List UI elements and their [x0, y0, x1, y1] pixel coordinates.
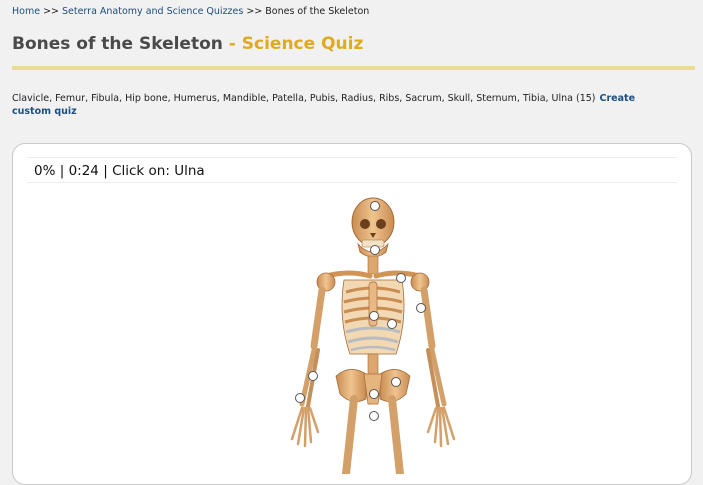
- breadcrumb-current: Bones of the Skeleton: [265, 6, 370, 17]
- breadcrumb: Home >> Seterra Anatomy and Science Quizze…: [12, 6, 369, 17]
- hotspot-skull[interactable]: [370, 201, 380, 211]
- hotspot-pubis[interactable]: [369, 411, 379, 421]
- cervical-spine: [367, 255, 379, 275]
- title-divider: [12, 66, 695, 70]
- hotspot-ulna[interactable]: [295, 393, 305, 403]
- quiz-percent: 0%: [34, 163, 56, 179]
- hand-right: [426, 406, 456, 448]
- hotspot-ribs[interactable]: [387, 319, 397, 329]
- humerus-bone: [310, 286, 326, 350]
- femur-bone-right: [388, 395, 404, 474]
- humerus-bone-right: [420, 286, 436, 350]
- femur-bone: [342, 395, 358, 474]
- quiz-prompt-label: Click on:: [112, 163, 170, 179]
- breadcrumb-seterra-link[interactable]: Seterra Anatomy and Science Quizzes: [62, 6, 243, 17]
- status-divider: |: [59, 163, 65, 179]
- bone-list: Clavicle, Femur, Fibula, Hip bone, Humer…: [12, 92, 672, 118]
- hotspot-hip-bone[interactable]: [391, 377, 401, 387]
- page-title-main: Bones of the Skeleton: [12, 34, 223, 54]
- page-title: Bones of the Skeleton - Science Quiz: [12, 34, 363, 54]
- hotspot-sacrum[interactable]: [369, 389, 379, 399]
- hotspot-mandible[interactable]: [370, 245, 380, 255]
- breadcrumb-home-link[interactable]: Home: [12, 6, 40, 17]
- skeleton-map[interactable]: [258, 194, 478, 474]
- hotspot-clavicle[interactable]: [396, 273, 406, 283]
- lumbar-spine: [367, 353, 379, 377]
- hotspot-sternum[interactable]: [369, 311, 379, 321]
- bone-list-text: Clavicle, Femur, Fibula, Hip bone, Humer…: [12, 93, 596, 104]
- quiz-timer: 0:24: [68, 163, 99, 179]
- breadcrumb-separator: >>: [43, 6, 59, 17]
- status-divider: |: [103, 163, 108, 179]
- quiz-card: 0% | 0:24 | Click on: Ulna: [12, 143, 692, 485]
- page-title-accent: - Science Quiz: [228, 34, 364, 54]
- hotspot-humerus[interactable]: [416, 303, 426, 313]
- hotspot-radius[interactable]: [308, 371, 318, 381]
- quiz-target: Ulna: [174, 163, 205, 179]
- quiz-status-bar: 0% | 0:24 | Click on: Ulna: [27, 157, 677, 183]
- breadcrumb-separator: >>: [246, 6, 263, 17]
- hand-left: [290, 406, 320, 448]
